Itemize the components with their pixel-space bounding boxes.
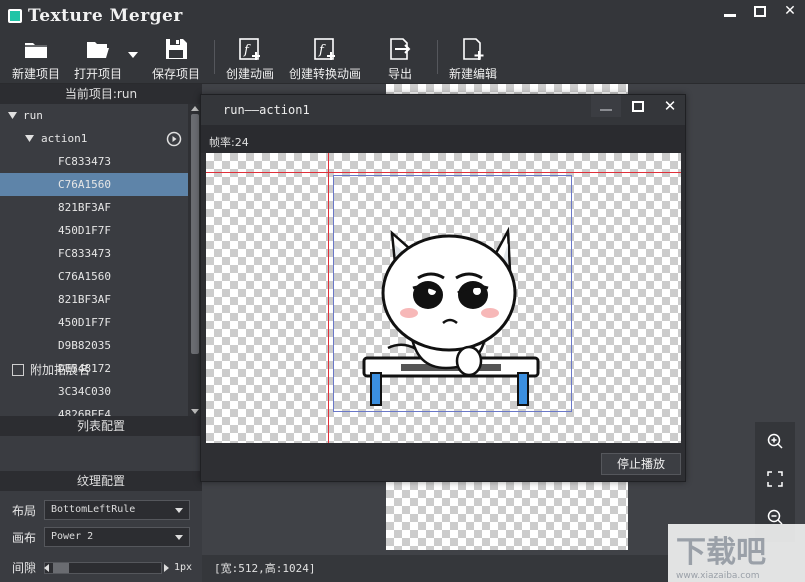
close-button[interactable]: ✕ (775, 0, 805, 22)
fit-icon (767, 471, 783, 487)
create-transform-animation-button[interactable]: f 创建转换动画 (289, 36, 361, 82)
scroll-up-icon[interactable] (191, 106, 199, 111)
dialog-close-button[interactable]: ✕ (655, 95, 685, 117)
animation-preview-dialog: run——action1 ✕ 帧率:24 停止播放 (200, 94, 686, 482)
frame-list-item[interactable]: FC833473 (0, 242, 188, 265)
frame-list-item[interactable]: D9B82035 (0, 334, 188, 357)
scroll-down-icon[interactable] (191, 409, 199, 414)
minimize-button[interactable] (715, 0, 745, 22)
list-config-header: 列表配置 (0, 416, 202, 436)
frame-list-item[interactable]: 450D1F7F (0, 219, 188, 242)
canvas-row: 画布 Power 2 (12, 527, 190, 547)
svg-text:f: f (318, 43, 326, 58)
dialog-title-bar[interactable]: run——action1 ✕ (201, 95, 685, 125)
chevron-down-icon (175, 508, 183, 513)
frame-list-item[interactable]: 3C34C030 (0, 380, 188, 403)
document-plus-icon (463, 38, 484, 60)
attach-extension-checkbox[interactable] (12, 363, 24, 376)
devil-character-illustration (381, 226, 517, 377)
slider-knob[interactable] (53, 562, 69, 573)
zoom-in-icon (767, 433, 783, 449)
frame-list-item[interactable]: C76A1560 (0, 265, 188, 288)
animation-canvas (206, 153, 681, 443)
texture-canvas-bottom (386, 482, 628, 550)
window-controls: ✕ (715, 0, 805, 22)
maximize-button[interactable] (745, 0, 775, 22)
zoom-in-button[interactable] (755, 422, 795, 460)
app-logo-icon (8, 9, 22, 23)
download-site-logo: 下载吧 www.xiazaiba.com (676, 535, 766, 581)
save-icon (166, 39, 187, 59)
tree-node-run[interactable]: run (0, 104, 188, 127)
dialog-maximize-button[interactable] (623, 95, 653, 117)
toolbar: 新建项目 打开项目 保存项目 f 创建动画 f 创建转换动画 导出 新建编辑 (0, 32, 805, 84)
caret-down-icon[interactable] (8, 112, 17, 119)
svg-text:f: f (243, 43, 251, 58)
export-icon (390, 38, 411, 60)
status-bar: [宽:512,高:1024] (202, 555, 668, 582)
watermark-text: 下载吧 (676, 535, 766, 570)
layout-select[interactable]: BottomLeftRule (44, 500, 190, 520)
frame-list-item[interactable]: C76A1560 (0, 173, 188, 196)
frame-list-item[interactable]: 821BF3AF (0, 196, 188, 219)
current-project-header: 当前项目:run (0, 84, 202, 104)
toolbar-divider (437, 40, 438, 74)
frame-list-item[interactable]: 821BF3AF (0, 288, 188, 311)
slider-left-icon[interactable] (44, 563, 49, 572)
save-project-button[interactable]: 保存项目 (152, 36, 200, 82)
fit-button[interactable] (755, 460, 795, 498)
frame-rate-label: 帧率:24 (209, 136, 249, 149)
spacing-row: 间隙 1px (12, 561, 193, 575)
create-animation-button[interactable]: f 创建动画 (226, 36, 274, 82)
attach-extension-option[interactable]: 附加拓展名 (12, 361, 90, 378)
spacing-slider[interactable] (44, 561, 169, 574)
open-project-button[interactable]: 打开项目 (74, 36, 122, 82)
frame-list-item[interactable]: FC833473 (0, 150, 188, 173)
play-icon[interactable] (166, 131, 182, 147)
toolbar-divider (214, 40, 215, 74)
layout-row: 布局 BottomLeftRule (12, 500, 190, 520)
open-project-dropdown-icon[interactable] (128, 52, 138, 60)
spacing-value: 1px (174, 562, 193, 573)
scrollbar-thumb[interactable] (191, 114, 199, 354)
slider-right-icon[interactable] (164, 563, 169, 572)
watermark-logo: 下载吧 www.xiazaiba.com (668, 524, 805, 582)
title-bar: Texture Merger ✕ (0, 0, 805, 32)
zoom-out-icon (767, 509, 783, 525)
animation-sprite (206, 153, 681, 443)
app-title: Texture Merger (28, 6, 183, 26)
watermark-url: www.xiazaiba.com (676, 571, 760, 581)
new-edit-button[interactable]: 新建编辑 (449, 36, 497, 82)
tree-node-action[interactable]: action1 (0, 127, 188, 150)
dialog-title: run——action1 (223, 103, 310, 117)
texture-config-header: 纹理配置 (0, 471, 202, 491)
new-project-button[interactable]: 新建项目 (12, 36, 60, 82)
frame-list-item[interactable]: 4826BEE4 (0, 403, 188, 416)
chevron-down-icon (175, 535, 183, 540)
export-button[interactable]: 导出 (387, 36, 413, 82)
frame-list-item[interactable]: 450D1F7F (0, 311, 188, 334)
stop-playback-button[interactable]: 停止播放 (601, 453, 681, 475)
canvas-select[interactable]: Power 2 (44, 527, 190, 547)
function-plus-icon: f (314, 38, 335, 60)
function-plus-icon: f (239, 38, 260, 60)
dialog-minimize-button[interactable] (591, 95, 621, 117)
folder-open-icon (87, 42, 109, 58)
dialog-info-bar: 帧率:24 (201, 125, 685, 153)
dialog-footer: 停止播放 (201, 445, 685, 481)
caret-down-icon[interactable] (25, 135, 34, 142)
folder-plus-icon (25, 43, 47, 58)
